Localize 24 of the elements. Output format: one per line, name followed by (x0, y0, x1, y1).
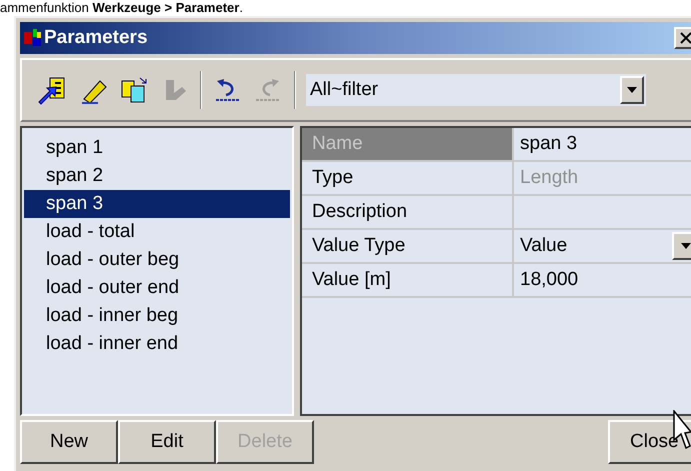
close-icon[interactable] (674, 27, 691, 49)
filter-dropdown[interactable]: All~filter (306, 74, 646, 106)
parameter-item[interactable]: load - total (24, 218, 290, 246)
app-logo-icon (24, 29, 42, 47)
property-value: Length (520, 166, 578, 190)
property-value: Value (520, 234, 568, 258)
property-name[interactable]: Type (302, 162, 514, 194)
property-value: span 3 (520, 132, 578, 156)
parameter-item[interactable]: load - outer beg (24, 246, 290, 274)
parameter-item[interactable]: load - inner end (24, 330, 290, 358)
parameter-item[interactable]: load - outer end (24, 274, 290, 302)
window-title: Parameters (44, 26, 148, 50)
property-value: 18,000 (520, 268, 578, 292)
parameter-item[interactable]: load - inner beg (24, 302, 290, 330)
close-button[interactable]: Close (608, 420, 691, 464)
parameter-item[interactable]: span 3 (24, 190, 290, 218)
parameter-item[interactable]: span 1 (24, 134, 290, 162)
parameter-item[interactable]: span 2 (24, 162, 290, 190)
dialog-button[interactable]: New (20, 420, 118, 464)
dialog-button[interactable]: Edit (118, 420, 216, 464)
property-name[interactable]: Value [m] (302, 264, 514, 296)
property-name[interactable]: Description (302, 196, 514, 228)
property-name[interactable]: Value Type (302, 230, 514, 262)
caption-text: ammenfunktion Werkzeuge > Parameter. (0, 0, 244, 16)
